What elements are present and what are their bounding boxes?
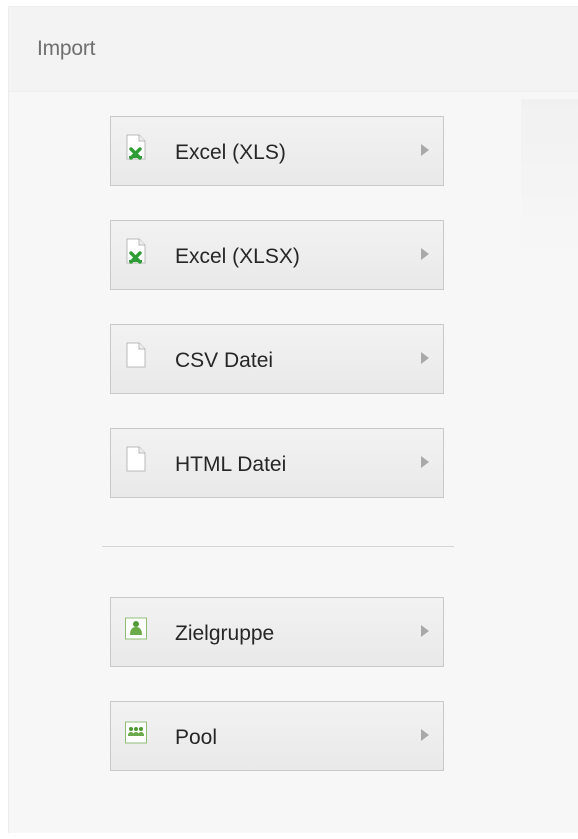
chevron-right-icon bbox=[421, 352, 429, 364]
target-group-icon bbox=[125, 617, 147, 640]
background-shade bbox=[521, 99, 578, 259]
import-pool-button[interactable]: Pool bbox=[110, 701, 444, 771]
chevron-right-icon bbox=[421, 625, 429, 637]
blank-file-icon bbox=[126, 342, 146, 368]
import-excel-xls-button[interactable]: Excel (XLS) bbox=[110, 116, 444, 186]
import-excel-xlsx-button[interactable]: Excel (XLSX) bbox=[110, 220, 444, 290]
chevron-right-icon bbox=[421, 248, 429, 260]
import-zielgruppe-button[interactable]: Zielgruppe bbox=[110, 597, 444, 667]
excel-file-icon bbox=[126, 238, 146, 264]
pool-icon bbox=[125, 721, 147, 744]
item-label: Zielgruppe bbox=[175, 622, 275, 645]
item-label: Excel (XLS) bbox=[175, 141, 286, 164]
excel-file-icon bbox=[126, 134, 146, 160]
import-html-button[interactable]: HTML Datei bbox=[110, 428, 444, 498]
item-label: Excel (XLSX) bbox=[175, 245, 300, 268]
import-csv-button[interactable]: CSV Datei bbox=[110, 324, 444, 394]
item-label: CSV Datei bbox=[175, 349, 274, 372]
item-label: HTML Datei bbox=[175, 453, 287, 476]
divider bbox=[102, 546, 454, 547]
panel-title: Import bbox=[37, 37, 96, 60]
chevron-right-icon bbox=[421, 456, 429, 468]
item-label: Pool bbox=[175, 726, 218, 749]
chevron-right-icon bbox=[421, 729, 429, 741]
blank-file-icon bbox=[126, 446, 146, 472]
panel-header: Import bbox=[9, 7, 578, 92]
chevron-right-icon bbox=[421, 144, 429, 156]
